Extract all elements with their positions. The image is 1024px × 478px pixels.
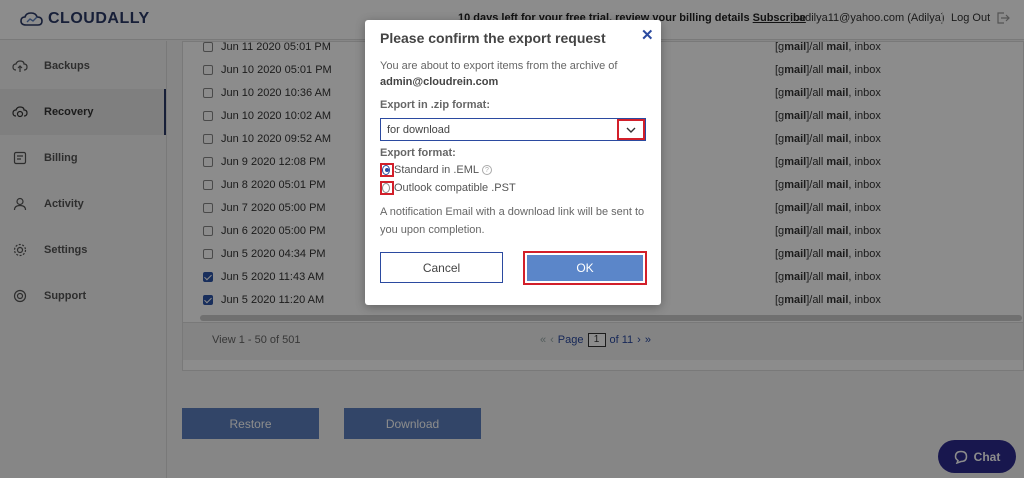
help-icon[interactable]: ? — [482, 165, 492, 175]
radio-highlight — [380, 163, 394, 177]
chevron-down-icon[interactable] — [617, 119, 645, 140]
ok-button[interactable]: OK — [527, 255, 643, 281]
export-format-label: Export format: — [380, 147, 456, 159]
notification-note: A notification Email with a download lin… — [380, 206, 645, 236]
eml-radio[interactable] — [382, 165, 390, 175]
dialog-title: Please confirm the export request — [380, 30, 606, 46]
close-icon[interactable]: ✕ — [641, 26, 654, 44]
pst-label: Outlook compatible .PST — [394, 182, 516, 194]
radio-highlight — [380, 181, 394, 195]
export-confirm-dialog: Please confirm the export request ✕ You … — [365, 20, 661, 305]
format-option-pst[interactable]: Outlook compatible .PST — [380, 181, 516, 195]
dialog-description: You are about to export items from the a… — [380, 58, 650, 90]
description-text: You are about to export items from the a… — [380, 60, 618, 72]
eml-label: Standard in .EML — [394, 164, 479, 176]
account-email: admin@cloudrein.com — [380, 76, 499, 88]
pst-radio[interactable] — [382, 183, 390, 193]
cancel-button[interactable]: Cancel — [380, 252, 503, 283]
zip-format-select[interactable]: for download — [380, 118, 646, 141]
zip-format-label: Export in .zip format: — [380, 99, 490, 111]
zip-format-value: for download — [387, 123, 450, 136]
format-option-eml[interactable]: Standard in .EML ? — [380, 163, 492, 177]
